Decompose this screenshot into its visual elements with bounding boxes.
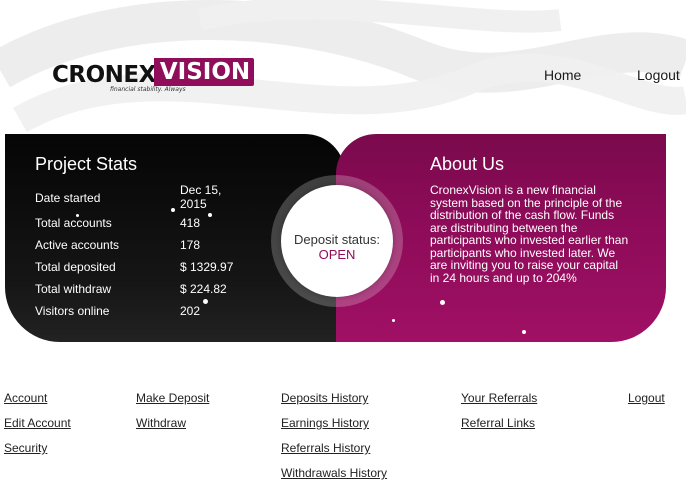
menu-referrals-history-link[interactable]: Referrals History [281, 441, 370, 455]
stats-label: Total withdraw [35, 282, 112, 296]
decorative-dot [522, 330, 526, 334]
menu-withdraw-link[interactable]: Withdraw [136, 416, 186, 430]
decorative-dot [171, 208, 175, 212]
menu-your-referrals-link[interactable]: Your Referrals [461, 391, 537, 405]
stats-value: Dec 15, 2015 [180, 183, 222, 211]
menu-referral-links-link[interactable]: Referral Links [461, 416, 535, 430]
menu-make-deposit-link[interactable]: Make Deposit [136, 391, 209, 405]
stats-value: 202 [180, 304, 201, 318]
stats-label: Date started [35, 191, 101, 205]
stats-value: $ 224.82 [180, 282, 227, 296]
stats-label: Active accounts [35, 238, 120, 252]
site-logo[interactable]: CRONEX VISION financial stability. Alway… [52, 58, 255, 94]
menu-edit-account-link[interactable]: Edit Account [4, 416, 71, 430]
decorative-dot [208, 213, 212, 217]
menu-withdrawals-history-link[interactable]: Withdrawals History [281, 466, 387, 480]
project-stats-title: Project Stats [35, 154, 138, 174]
stats-value: 178 [180, 238, 201, 252]
about-us-text: CronexVision is a new financial system b… [430, 183, 629, 285]
deposit-status-circle: Deposit status: OPEN [281, 185, 393, 297]
about-us-title: About Us [430, 154, 505, 174]
menu-security-link[interactable]: Security [4, 441, 47, 455]
nav-home-link[interactable]: Home [544, 67, 581, 83]
stats-value: 418 [180, 216, 201, 230]
stats-value: $ 1329.97 [180, 260, 234, 274]
menu-logout-link[interactable]: Logout [628, 391, 665, 405]
decorative-dot [392, 319, 395, 322]
logo-tagline: financial stability. Always [110, 86, 186, 93]
stats-label: Visitors online [35, 304, 110, 318]
menu-deposits-history-link[interactable]: Deposits History [281, 391, 368, 405]
logo-text-vision: VISION [153, 58, 255, 86]
menu-earnings-history-link[interactable]: Earnings History [281, 416, 369, 430]
decorative-dot [440, 300, 445, 305]
nav-logout-link[interactable]: Logout [637, 67, 680, 83]
deposit-status-value: OPEN [318, 247, 356, 262]
decorative-dot [203, 299, 208, 304]
stats-label: Total deposited [35, 260, 116, 274]
decorative-dot [76, 214, 79, 217]
deposit-status-label: Deposit status: [294, 232, 380, 247]
stats-label: Total accounts [35, 216, 112, 230]
menu-account-link[interactable]: Account [4, 391, 47, 405]
